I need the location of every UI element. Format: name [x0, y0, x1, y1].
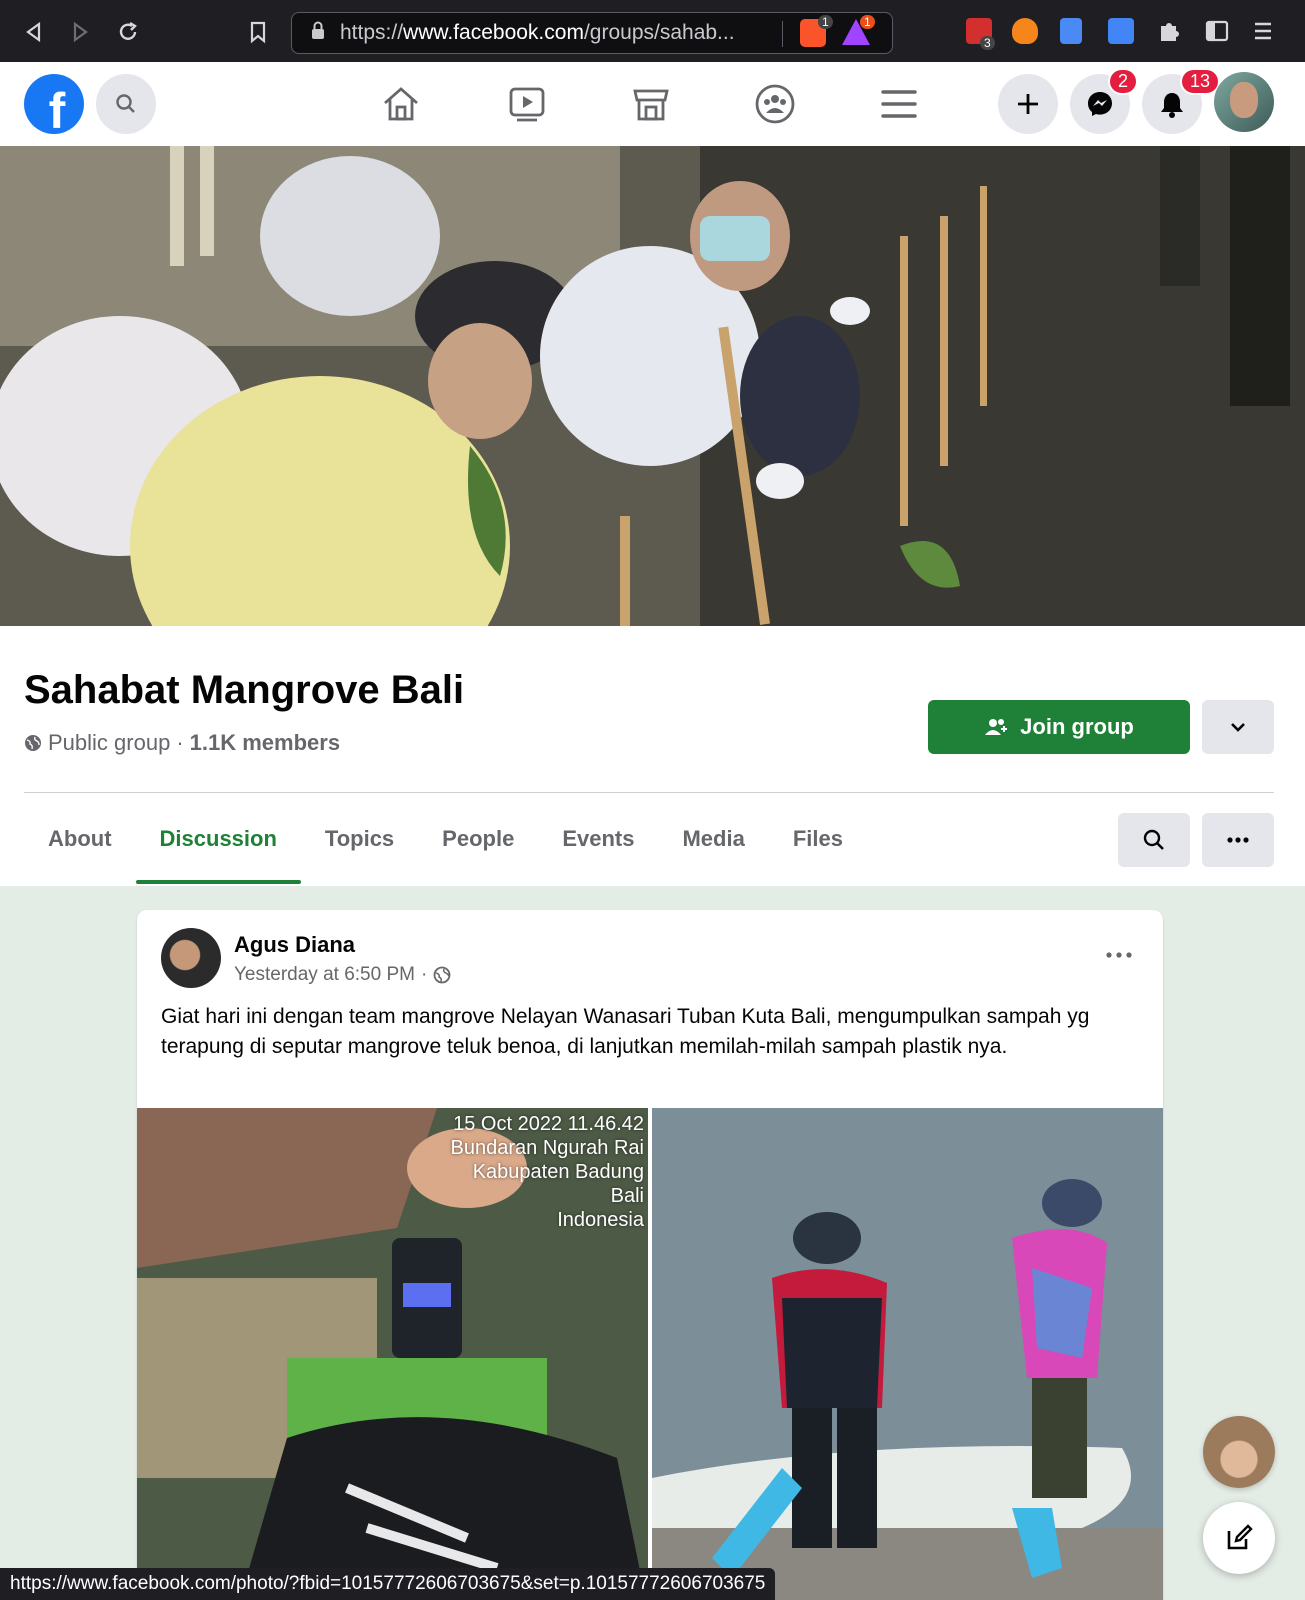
- video-icon: [509, 87, 545, 122]
- header-divider: [24, 792, 1274, 793]
- group-cover-photo[interactable]: [0, 146, 1305, 626]
- reload-button[interactable]: [114, 18, 142, 46]
- new-message-button[interactable]: [1203, 1502, 1275, 1574]
- group-meta: Public group · 1.1K members: [24, 730, 340, 756]
- post-time-separator: ·: [420, 964, 428, 985]
- group-privacy: Public group: [48, 730, 171, 755]
- tab-events[interactable]: Events: [538, 794, 658, 884]
- post-author-name[interactable]: Agus Diana: [234, 932, 355, 958]
- forward-button[interactable]: [66, 18, 94, 46]
- nav-home[interactable]: [378, 82, 424, 126]
- browser-menu-icon[interactable]: [1252, 18, 1278, 44]
- tab-about[interactable]: About: [24, 794, 136, 884]
- chevron-down-icon: [1231, 723, 1245, 732]
- bookmark-icon: [250, 21, 266, 44]
- globe-icon: [433, 966, 451, 984]
- facebook-header: f 2 13: [0, 62, 1305, 146]
- photo-timestamp-overlay: 15 Oct 2022 11.46.42 Bundaran Ngurah Rai…: [450, 1113, 644, 1231]
- groups-icon: [755, 84, 795, 124]
- tab-topics[interactable]: Topics: [301, 794, 418, 884]
- chat-contact-avatar[interactable]: [1203, 1416, 1275, 1488]
- reload-icon: [119, 21, 137, 40]
- globe-icon: [25, 735, 41, 751]
- nav-groups[interactable]: [752, 82, 798, 126]
- url-host: www.facebook.com: [403, 21, 584, 44]
- extensions-puzzle-icon[interactable]: [1156, 18, 1182, 44]
- group-more-button[interactable]: [1202, 813, 1274, 867]
- boat-photo-illustration: [652, 1108, 1163, 1600]
- extension-docs-icon[interactable]: [1060, 18, 1082, 44]
- profile-avatar[interactable]: [1214, 72, 1274, 132]
- url-path: /groups/sahab...: [583, 21, 735, 44]
- post-timestamp: Yesterday at 6:50 PM ·: [234, 964, 451, 986]
- search-icon: [1143, 829, 1164, 850]
- post-time-text[interactable]: Yesterday at 6:50 PM: [234, 964, 415, 986]
- menu-icon: [881, 90, 917, 118]
- forward-icon: [73, 21, 88, 43]
- sidebar-toggle-icon[interactable]: [1204, 18, 1230, 44]
- feed-post: Agus Diana Yesterday at 6:50 PM · Giat h…: [137, 910, 1163, 1600]
- create-button[interactable]: [998, 74, 1058, 134]
- tab-discussion[interactable]: Discussion: [135, 794, 302, 884]
- nav-watch[interactable]: [504, 82, 550, 126]
- messenger-badge: 2: [1107, 68, 1138, 95]
- home-icon: [384, 87, 418, 121]
- meta-separator: ·: [176, 730, 184, 755]
- tab-files[interactable]: Files: [769, 794, 867, 884]
- group-header: Sahabat Mangrove Bali Public group · 1.1…: [0, 626, 1305, 886]
- notifications-button[interactable]: 13: [1142, 68, 1220, 134]
- more-horizontal-icon: [1106, 952, 1132, 958]
- bell-icon: [1161, 93, 1183, 118]
- rewards-badge: 1: [860, 15, 875, 29]
- lock-icon: [310, 20, 326, 46]
- status-bar-url: https://www.facebook.com/photo/?fbid=101…: [0, 1568, 776, 1600]
- extension-metamask-icon[interactable]: [1012, 18, 1038, 44]
- group-title: Sahabat Mangrove Bali: [24, 668, 465, 712]
- url-scheme: https://: [340, 21, 404, 44]
- post-text: Giat hari ini dengan team mangrove Nelay…: [161, 1005, 1090, 1058]
- group-options-dropdown[interactable]: [1202, 700, 1274, 754]
- tab-people[interactable]: People: [418, 794, 538, 884]
- group-tabs: About Discussion Topics People Events Me…: [24, 794, 867, 884]
- nav-marketplace[interactable]: [628, 82, 674, 126]
- extension-translate-icon[interactable]: [1108, 18, 1134, 44]
- group-search-button[interactable]: [1118, 813, 1190, 867]
- facebook-logo[interactable]: f: [24, 74, 84, 134]
- cover-illustration: [0, 146, 1305, 626]
- post-photo-boat[interactable]: [652, 1108, 1163, 1600]
- messenger-icon: [1088, 92, 1112, 116]
- back-icon: [26, 21, 41, 43]
- messenger-button[interactable]: 2: [1070, 68, 1138, 134]
- tab-media[interactable]: Media: [658, 794, 768, 884]
- post-options-button[interactable]: [1099, 940, 1139, 970]
- bookmark-button[interactable]: [244, 18, 272, 46]
- compose-icon: [1227, 1524, 1253, 1550]
- more-horizontal-icon: [1227, 837, 1249, 843]
- post-photo-scale[interactable]: 15 Oct 2022 11.46.42 Bundaran Ngurah Rai…: [137, 1108, 648, 1600]
- notifications-badge: 13: [1179, 68, 1220, 95]
- search-icon: [116, 94, 135, 113]
- back-button[interactable]: [20, 18, 48, 46]
- url-divider: [782, 21, 783, 47]
- search-button[interactable]: [96, 74, 156, 134]
- address-bar[interactable]: https://www.facebook.com/groups/sahab...…: [291, 12, 893, 54]
- nav-menu[interactable]: [876, 82, 922, 126]
- plus-icon: [1018, 94, 1038, 114]
- group-members-count[interactable]: 1.1K members: [190, 730, 340, 756]
- join-group-icon: [985, 719, 1008, 735]
- extension-badge: 3: [980, 36, 995, 50]
- post-author-avatar[interactable]: [161, 928, 221, 988]
- brave-badge: 1: [818, 15, 833, 29]
- marketplace-icon: [633, 89, 669, 121]
- browser-toolbar: https://www.facebook.com/groups/sahab...…: [0, 0, 1305, 62]
- join-group-button[interactable]: Join group: [928, 700, 1190, 754]
- join-group-label: Join group: [1020, 714, 1134, 739]
